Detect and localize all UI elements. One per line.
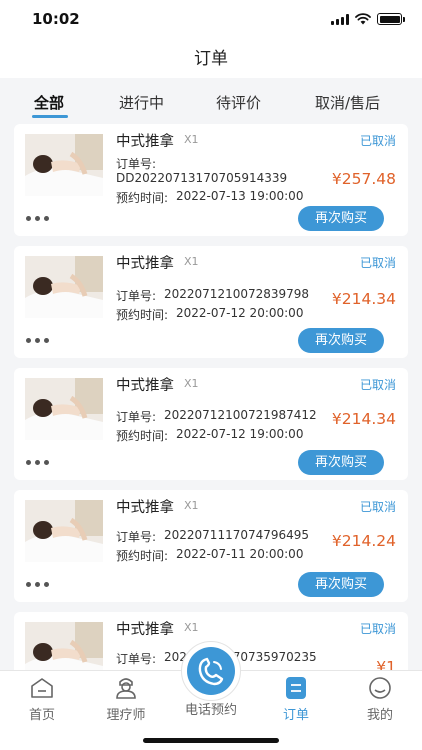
- more-options-icon[interactable]: [26, 460, 49, 465]
- wifi-icon: [355, 13, 371, 25]
- service-thumbnail: [25, 378, 103, 440]
- service-name: 中式推拿: [116, 378, 174, 394]
- service-thumbnail: [25, 500, 103, 562]
- order-price: ¥1: [376, 658, 396, 670]
- appointment-time-label: 预约时间:: [116, 549, 169, 563]
- status-time: 10:02: [32, 10, 80, 28]
- rebuy-button[interactable]: 再次购买: [298, 572, 384, 597]
- appointment-time: 2022-07-12 20:00:00: [176, 306, 304, 320]
- status-icons: [331, 13, 405, 25]
- quantity: X1: [184, 621, 199, 634]
- quantity: X1: [184, 377, 199, 390]
- order-price: ¥214.34: [331, 410, 396, 428]
- tabbar-label: 理疗师: [106, 708, 146, 723]
- active-tab-indicator: [32, 115, 68, 118]
- home-icon: [31, 678, 53, 698]
- order-price: ¥214.34: [331, 290, 396, 308]
- order-number: DD2022071317070591433​9: [116, 171, 288, 185]
- order-status: 已取消: [359, 378, 396, 392]
- appointment-time-label: 预约时间:: [116, 191, 169, 205]
- appointment-time: 2022-07-13 19:00:00: [176, 189, 304, 203]
- signal-icon: [331, 13, 349, 25]
- service-name: 中式推拿: [116, 622, 174, 638]
- therapist-icon: [116, 678, 136, 699]
- home-indicator: [143, 738, 279, 743]
- order-status: 已取消: [359, 256, 396, 270]
- service-name: 中式推拿: [116, 256, 174, 272]
- order-number: 2022071210072198741​2: [164, 408, 317, 422]
- service-name: 中式推拿: [116, 500, 174, 516]
- order-number-label: 订单号:: [116, 289, 157, 303]
- order-price: ¥257.48: [331, 170, 396, 188]
- page-title: 订单: [194, 49, 228, 69]
- appointment-time: 2022-07-12 19:00:00: [176, 427, 304, 441]
- tabbar-label: 订单: [282, 708, 309, 723]
- orders-icon: [286, 677, 306, 699]
- appointment-time: 2022-07-11 20:00:00: [176, 547, 304, 561]
- more-options-icon[interactable]: [26, 216, 49, 221]
- order-status: 已取消: [359, 500, 396, 514]
- order-number-label: 订单号:: [116, 652, 157, 666]
- order-status: 已取消: [359, 622, 396, 636]
- service-thumbnail: [25, 622, 103, 670]
- status-bar: 10:02: [0, 0, 422, 40]
- rebuy-button[interactable]: 再次购买: [298, 450, 384, 475]
- order-card[interactable]: 中式推拿 X1 已取消 订单号: 2022071210072198741​2 预…: [14, 368, 408, 480]
- order-list[interactable]: 中式推拿 X1 已取消 订单号: DD2022071317070591433​9…: [14, 124, 408, 670]
- quantity: X1: [184, 499, 199, 512]
- order-number-label: 订单号:: [116, 530, 157, 544]
- more-options-icon[interactable]: [26, 582, 49, 587]
- order-number: 2022071210072839798: [164, 287, 310, 301]
- tab-in-progress[interactable]: 进行中: [119, 92, 164, 113]
- phone-booking-button[interactable]: [181, 641, 241, 701]
- tabbar-label: 首页: [28, 708, 55, 723]
- profile-icon: [369, 677, 391, 699]
- appointment-time-label: 预约时间:: [116, 308, 169, 322]
- tabbar-label: 我的: [366, 708, 393, 723]
- appointment-time-label: 预约时间:: [116, 429, 169, 443]
- phone-icon: [187, 647, 235, 695]
- tab-to-review[interactable]: 待评价: [216, 92, 261, 113]
- nav-bar: 订单: [0, 40, 422, 78]
- quantity: X1: [184, 133, 199, 146]
- order-card[interactable]: 中式推拿 X1 已取消 订单号: DD2022071317070591433​9…: [14, 124, 408, 236]
- order-status: 已取消: [359, 134, 396, 148]
- service-name: 中式推拿: [116, 134, 174, 150]
- rebuy-button[interactable]: 再次购买: [298, 328, 384, 353]
- service-thumbnail: [25, 256, 103, 318]
- battery-icon: [377, 13, 405, 25]
- order-price: ¥214.24: [331, 532, 396, 550]
- tabbar-label: 电话预约: [184, 703, 237, 718]
- service-thumbnail: [25, 134, 103, 196]
- quantity: X1: [184, 255, 199, 268]
- order-card[interactable]: 中式推拿 X1 已取消 订单号: 2022071117074796495 预约时…: [14, 490, 408, 602]
- tab-cancelled-aftersale[interactable]: 取消/售后: [315, 92, 380, 113]
- order-number: 2022071117074796495: [164, 528, 310, 542]
- order-number-label: 订单号:: [116, 157, 157, 171]
- rebuy-button[interactable]: 再次购买: [298, 206, 384, 231]
- tab-all[interactable]: 全部: [34, 92, 64, 113]
- order-number-label: 订单号:: [116, 410, 157, 424]
- more-options-icon[interactable]: [26, 338, 49, 343]
- order-card[interactable]: 中式推拿 X1 已取消 订单号: 2022071210072839798 预约时…: [14, 246, 408, 358]
